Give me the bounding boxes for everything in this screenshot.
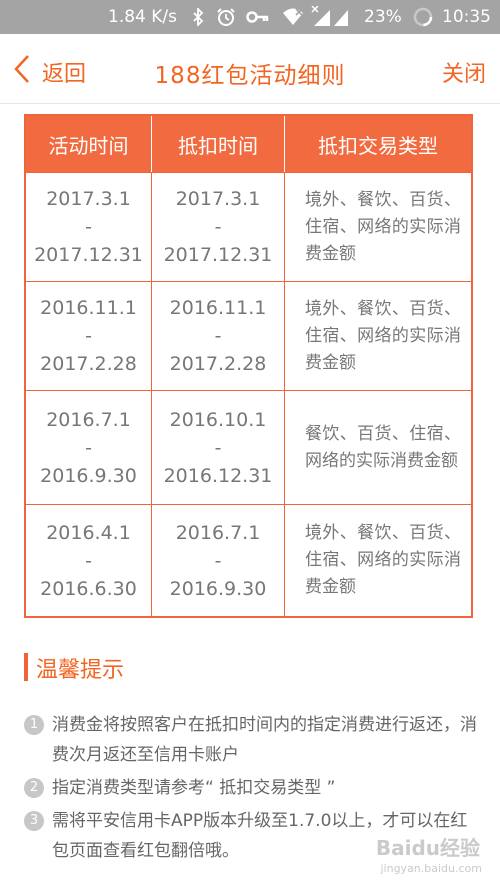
watermark-logo: Baidu经验 (375, 836, 480, 860)
header-transaction-type: 抵扣交易类型 (318, 133, 438, 158)
deduct-time-cell: 2016.11.1 - 2017.2.28 (152, 282, 285, 390)
date-separator: - (214, 549, 222, 572)
activity-time-cell: 2016.4.1 - 2016.6.30 (26, 505, 152, 616)
start-date: 2016.7.1 (175, 521, 261, 544)
header-activity-time: 活动时间 (26, 116, 152, 172)
table-row: 2016.7.1 - 2016.9.30 2016.10.1 - 2016.12… (26, 390, 471, 504)
clock: 10:35 (442, 7, 491, 27)
date-separator: - (85, 549, 92, 572)
date-separator: - (85, 216, 92, 238)
start-date: 2016.11.1 (169, 297, 267, 319)
date-separator: - (214, 436, 222, 459)
battery-icon (413, 7, 433, 27)
start-date: 2016.4.1 (46, 521, 131, 544)
transaction-type-cell: 境外、餐饮、百货、住宿、网络的实际消费金额 (305, 523, 461, 597)
tip-number-badge: 3 (24, 811, 44, 831)
network-speed: 1.84 K/s (108, 7, 177, 27)
start-date: 2016.11.1 (40, 297, 137, 319)
date-separator: - (85, 325, 92, 347)
tip-item: 1 消费金将按照客户在抵扣时间内的指定消费进行返还，消费次月返还至信用卡账户 (24, 710, 482, 770)
bluetooth-icon (193, 8, 204, 26)
close-button[interactable]: 关闭 (442, 56, 486, 88)
alarm-icon (217, 8, 235, 26)
nav-bar: 返回 188红包活动细则 关闭 (0, 34, 500, 104)
date-separator: - (85, 436, 92, 459)
status-bar: 1.84 K/s 23% 10:35 (0, 0, 500, 34)
wifi-icon (283, 8, 303, 25)
tip-item: 2 指定消费类型请参考“ 抵扣交易类型 ” (24, 773, 482, 803)
tips-title: 温馨提示 (36, 658, 125, 683)
header-deduct-time: 抵扣时间 (152, 116, 285, 172)
end-date: 2016.9.30 (169, 577, 267, 600)
battery-percent: 23% (364, 7, 402, 27)
watermark-url: jingyan.baidu.com (380, 862, 482, 875)
end-date: 2016.9.30 (40, 464, 137, 487)
activity-time-cell: 2017.3.1 - 2017.12.31 (26, 173, 152, 281)
tip-number-badge: 1 (24, 715, 44, 735)
tip-text: 消费金将按照客户在抵扣时间内的指定消费进行返还，消费次月返还至信用卡账户 (52, 715, 477, 765)
end-date: 2017.12.31 (163, 244, 273, 266)
signal-icon (311, 6, 348, 26)
tip-number-badge: 2 (24, 778, 44, 798)
accent-bar (24, 653, 28, 681)
date-separator: - (214, 216, 222, 238)
end-date: 2016.6.30 (40, 577, 137, 600)
activity-time-cell: 2016.7.1 - 2016.9.30 (26, 391, 152, 504)
start-date: 2016.10.1 (169, 408, 267, 431)
end-date: 2017.2.28 (169, 353, 267, 375)
deduct-time-cell: 2016.10.1 - 2016.12.31 (152, 391, 285, 504)
key-icon (246, 11, 269, 23)
rules-table: 活动时间 抵扣时间 抵扣交易类型 2017.3.1 - 2017.12.31 2… (24, 114, 473, 618)
table-row: 2016.11.1 - 2017.2.28 2016.11.1 - 2017.2… (26, 281, 471, 390)
deduct-time-cell: 2016.7.1 - 2016.9.30 (152, 505, 285, 616)
activity-time-cell: 2016.11.1 - 2017.2.28 (26, 282, 152, 390)
end-date: 2016.12.31 (163, 464, 273, 487)
table-row: 2017.3.1 - 2017.12.31 2017.3.1 - 2017.12… (26, 172, 471, 281)
page-title: 188红包活动细则 (154, 63, 346, 89)
transaction-type-cell: 境外、餐饮、百货、住宿、网络的实际消费金额 (305, 298, 461, 373)
transaction-type-cell: 境外、餐饮、百货、住宿、网络的实际消费金额 (305, 189, 461, 264)
transaction-type-cell: 餐饮、百货、住宿、网络的实际消费金额 (305, 423, 461, 471)
table-row: 2016.4.1 - 2016.6.30 2016.7.1 - 2016.9.3… (26, 504, 471, 616)
start-date: 2017.3.1 (46, 188, 131, 210)
date-separator: - (214, 325, 222, 347)
tip-text: 指定消费类型请参考“ 抵扣交易类型 ” (52, 778, 336, 798)
end-date: 2017.2.28 (40, 353, 137, 375)
end-date: 2017.12.31 (34, 244, 143, 266)
start-date: 2016.7.1 (46, 408, 131, 431)
table-header: 活动时间 抵扣时间 抵扣交易类型 (26, 116, 471, 172)
start-date: 2017.3.1 (175, 188, 261, 210)
deduct-time-cell: 2017.3.1 - 2017.12.31 (152, 173, 285, 281)
